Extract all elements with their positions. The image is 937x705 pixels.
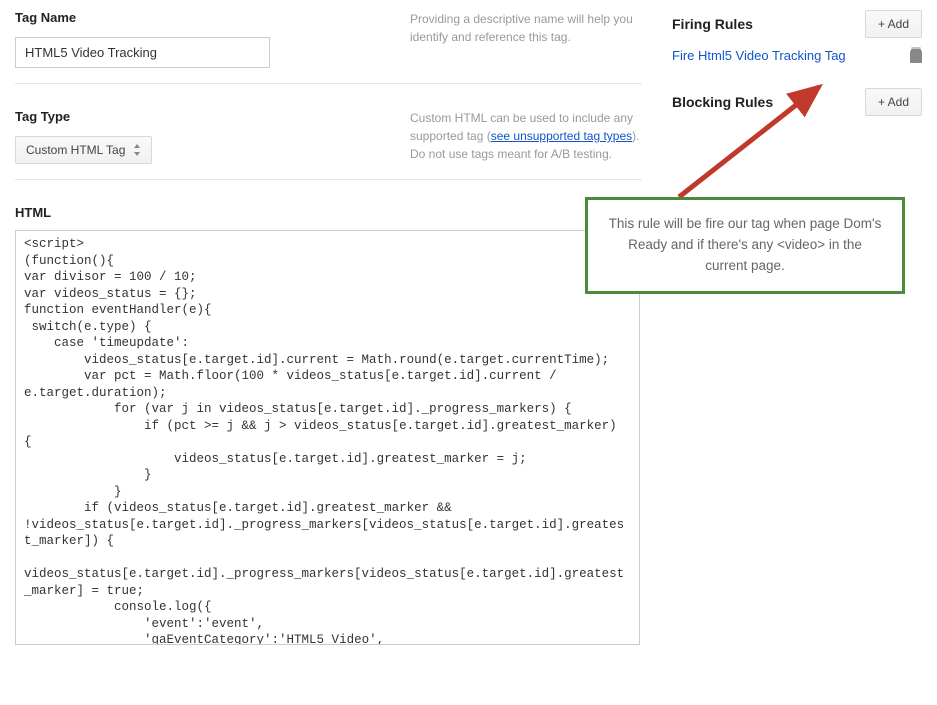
tag-name-label: Tag Name [15,10,395,25]
blocking-rules-title: Blocking Rules [672,94,773,110]
tag-type-label: Tag Type [15,109,395,124]
add-blocking-rule-button[interactable]: + Add [865,88,922,116]
tag-type-help: Custom HTML can be used to include any s… [395,109,642,164]
firing-rules-header: Firing Rules + Add [672,10,922,38]
firing-rules-title: Firing Rules [672,16,753,32]
add-firing-rule-button[interactable]: + Add [865,10,922,38]
tag-name-section: Tag Name Providing a descriptive name wi… [15,10,642,84]
tag-type-section: Tag Type Custom HTML Tag Custom HTML can… [15,109,642,180]
trash-icon[interactable] [910,49,922,63]
tag-type-select[interactable]: Custom HTML Tag [15,136,152,164]
tag-name-input[interactable] [15,37,270,68]
tag-name-help: Providing a descriptive name will help y… [395,10,642,68]
html-code-textarea[interactable] [15,230,640,645]
sort-icon [133,144,141,156]
unsupported-types-link[interactable]: see unsupported tag types [491,129,632,143]
html-section: HTML [15,205,642,648]
annotation-callout: This rule will be fire our tag when page… [585,197,905,294]
tag-type-value: Custom HTML Tag [26,143,125,157]
blocking-rules-header: Blocking Rules + Add [672,88,922,116]
firing-rule-row: Fire Html5 Video Tracking Tag [672,48,922,63]
firing-rule-link[interactable]: Fire Html5 Video Tracking Tag [672,48,846,63]
html-label: HTML [15,205,642,220]
